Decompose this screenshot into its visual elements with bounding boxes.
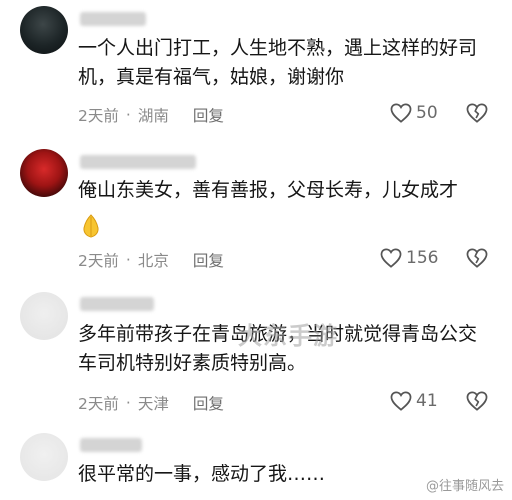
like-button[interactable]: 50 (390, 103, 438, 123)
separator-dot: · (125, 394, 131, 412)
folded-hands-emoji-icon (80, 213, 102, 243)
heart-icon (390, 103, 412, 123)
comment-location: 湖南 (137, 107, 169, 125)
broken-heart-icon (466, 248, 488, 268)
like-button[interactable]: 41 (390, 391, 438, 411)
comment-text: 俺山东美女，善有善报，父母长寿，儿女成才 (78, 179, 459, 201)
avatar[interactable] (20, 6, 68, 54)
username-blurred[interactable] (80, 438, 142, 452)
comment-time: 2天前 (78, 252, 119, 270)
broken-heart-icon (466, 391, 488, 411)
heart-icon (390, 391, 412, 411)
comment-meta: 2天前 · 天津 回复 (78, 392, 224, 414)
reply-button[interactable]: 回复 (193, 392, 224, 414)
like-count: 50 (416, 103, 438, 123)
broken-heart-icon (466, 103, 488, 123)
like-count: 156 (406, 248, 439, 268)
username-blurred[interactable] (80, 12, 146, 26)
comment-text: 一个人出门打工，人生地不熟，遇上这样的好司机，真是有福气，姑娘，谢谢你 (78, 37, 478, 88)
comment-location: 北京 (137, 252, 169, 270)
heart-icon (380, 248, 402, 268)
comment-location: 天津 (137, 395, 169, 413)
comment-time: 2天前 (78, 395, 119, 413)
reply-button[interactable]: 回复 (193, 249, 224, 271)
username-blurred[interactable] (80, 155, 196, 169)
comment-time: 2天前 (78, 107, 119, 125)
comment-meta: 2天前 · 湖南 回复 (78, 104, 224, 126)
separator-dot: · (125, 106, 131, 124)
separator-dot: · (125, 251, 131, 269)
dislike-button[interactable] (466, 248, 488, 272)
like-count: 41 (416, 391, 438, 411)
avatar[interactable] (20, 292, 68, 340)
avatar[interactable] (20, 433, 68, 481)
dislike-button[interactable] (466, 391, 488, 415)
source-tag: @往事随风去 (425, 479, 504, 494)
username-blurred[interactable] (80, 297, 154, 311)
dislike-button[interactable] (466, 103, 488, 127)
reply-button[interactable]: 回复 (193, 104, 224, 126)
avatar[interactable] (20, 149, 68, 197)
like-button[interactable]: 156 (380, 248, 438, 268)
comment-meta: 2天前 · 北京 回复 (78, 249, 224, 271)
comment-text: 多年前带孩子在青岛旅游，当时就觉得青岛公交车司机特别好素质特别高。 (78, 323, 478, 374)
